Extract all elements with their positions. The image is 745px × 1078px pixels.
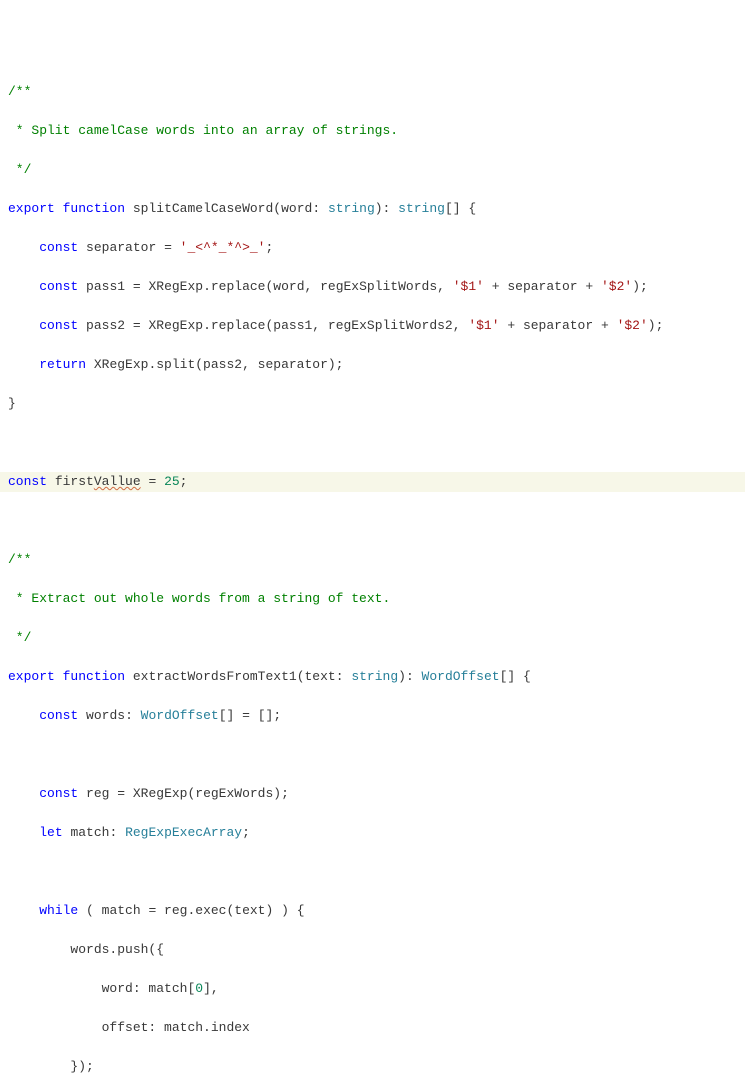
expression: + separator + bbox=[484, 279, 601, 294]
expression: words.push({ bbox=[70, 942, 164, 957]
code-line bbox=[8, 511, 737, 531]
comment: */ bbox=[8, 162, 31, 177]
punct: ( bbox=[273, 201, 281, 216]
var-name: pass2 bbox=[86, 318, 125, 333]
number-literal: 25 bbox=[164, 474, 180, 489]
punct: } bbox=[8, 396, 16, 411]
code-line-highlighted: const firstVallue = 25; bbox=[0, 472, 745, 492]
keyword-const: const bbox=[39, 279, 78, 294]
code-line: const reg = XRegExp(regExWords); bbox=[8, 784, 737, 804]
keyword-const: const bbox=[39, 786, 78, 801]
param-name: word bbox=[281, 201, 312, 216]
keyword-function: function bbox=[63, 669, 125, 684]
code-line: const separator = '_<^*_*^>_'; bbox=[8, 238, 737, 258]
spell-error: Vallue bbox=[94, 474, 141, 489]
keyword-const: const bbox=[39, 240, 78, 255]
expression: [] bbox=[258, 708, 274, 723]
string-literal: '_<^*_*^>_' bbox=[180, 240, 266, 255]
string-literal: '$1' bbox=[453, 279, 484, 294]
expression: = bbox=[141, 474, 164, 489]
code-line: while ( match = reg.exec(text) ) { bbox=[8, 901, 737, 921]
var-name: separator bbox=[86, 240, 156, 255]
var-name: pass1 bbox=[86, 279, 125, 294]
string-literal: '$2' bbox=[601, 279, 632, 294]
punct: ): bbox=[375, 201, 398, 216]
expression: word: match[ bbox=[102, 981, 196, 996]
expression: + separator + bbox=[500, 318, 617, 333]
punct: ): bbox=[398, 669, 421, 684]
code-line bbox=[8, 862, 737, 882]
code-line: return XRegExp.split(pass2, separator); bbox=[8, 355, 737, 375]
string-literal: '$2' bbox=[617, 318, 648, 333]
code-line: const pass2 = XRegExp.replace(pass1, reg… bbox=[8, 316, 737, 336]
expression: offset: match.index bbox=[102, 1020, 250, 1035]
keyword-const: const bbox=[8, 474, 47, 489]
var-name: reg bbox=[86, 786, 109, 801]
punct: : bbox=[336, 669, 352, 684]
type: string bbox=[351, 669, 398, 684]
expression: XRegExp.split(pass2, separator); bbox=[94, 357, 344, 372]
expression: XRegExp(regExWords); bbox=[133, 786, 289, 801]
keyword-export: export bbox=[8, 669, 55, 684]
type: WordOffset bbox=[422, 669, 500, 684]
comment: */ bbox=[8, 630, 31, 645]
string-literal: '$1' bbox=[468, 318, 499, 333]
type: string bbox=[398, 201, 445, 216]
expression: }); bbox=[70, 1059, 93, 1074]
punct: : bbox=[312, 201, 328, 216]
code-line: const words: WordOffset[] = []; bbox=[8, 706, 737, 726]
function-name: splitCamelCaseWord bbox=[133, 201, 273, 216]
code-line: */ bbox=[8, 160, 737, 180]
var-name: first bbox=[55, 474, 94, 489]
code-line: export function splitCamelCaseWord(word:… bbox=[8, 199, 737, 219]
keyword-function: function bbox=[63, 201, 125, 216]
punct: ( bbox=[297, 669, 305, 684]
code-line: /** bbox=[8, 550, 737, 570]
keyword-const: const bbox=[39, 318, 78, 333]
expression: XRegExp.replace(word, regExSplitWords, bbox=[148, 279, 452, 294]
keyword-const: const bbox=[39, 708, 78, 723]
code-line: } bbox=[8, 394, 737, 414]
comment: /** bbox=[8, 552, 31, 567]
type: RegExpExecArray bbox=[125, 825, 242, 840]
code-line: * Extract out whole words from a string … bbox=[8, 589, 737, 609]
punct: [] { bbox=[500, 669, 531, 684]
code-line: * Split camelCase words into an array of… bbox=[8, 121, 737, 141]
keyword-let: let bbox=[39, 825, 62, 840]
expression: ], bbox=[203, 981, 219, 996]
type: string bbox=[328, 201, 375, 216]
comment: /** bbox=[8, 84, 31, 99]
punct: [] { bbox=[445, 201, 476, 216]
comment: * Split camelCase words into an array of… bbox=[8, 123, 398, 138]
keyword-export: export bbox=[8, 201, 55, 216]
comment: * Extract out whole words from a string … bbox=[8, 591, 390, 606]
type: WordOffset bbox=[141, 708, 219, 723]
keyword-while: while bbox=[39, 903, 78, 918]
code-line: offset: match.index bbox=[8, 1018, 737, 1038]
code-line: */ bbox=[8, 628, 737, 648]
number-literal: 0 bbox=[195, 981, 203, 996]
expression: ( match = reg.exec(text) ) bbox=[86, 903, 289, 918]
expression: XRegExp.replace(pass1, regExSplitWords2, bbox=[148, 318, 468, 333]
code-line: const pass1 = XRegExp.replace(word, regE… bbox=[8, 277, 737, 297]
param-name: text bbox=[305, 669, 336, 684]
code-line: /** bbox=[8, 82, 737, 102]
function-name: extractWordsFromText1 bbox=[133, 669, 297, 684]
var-name: words bbox=[86, 708, 125, 723]
code-line: let match: RegExpExecArray; bbox=[8, 823, 737, 843]
var-name: match bbox=[70, 825, 109, 840]
code-line bbox=[8, 433, 737, 453]
code-line: export function extractWordsFromText1(te… bbox=[8, 667, 737, 687]
code-line bbox=[8, 745, 737, 765]
code-line: word: match[0], bbox=[8, 979, 737, 999]
code-line: words.push({ bbox=[8, 940, 737, 960]
keyword-return: return bbox=[39, 357, 86, 372]
code-line: }); bbox=[8, 1057, 737, 1077]
